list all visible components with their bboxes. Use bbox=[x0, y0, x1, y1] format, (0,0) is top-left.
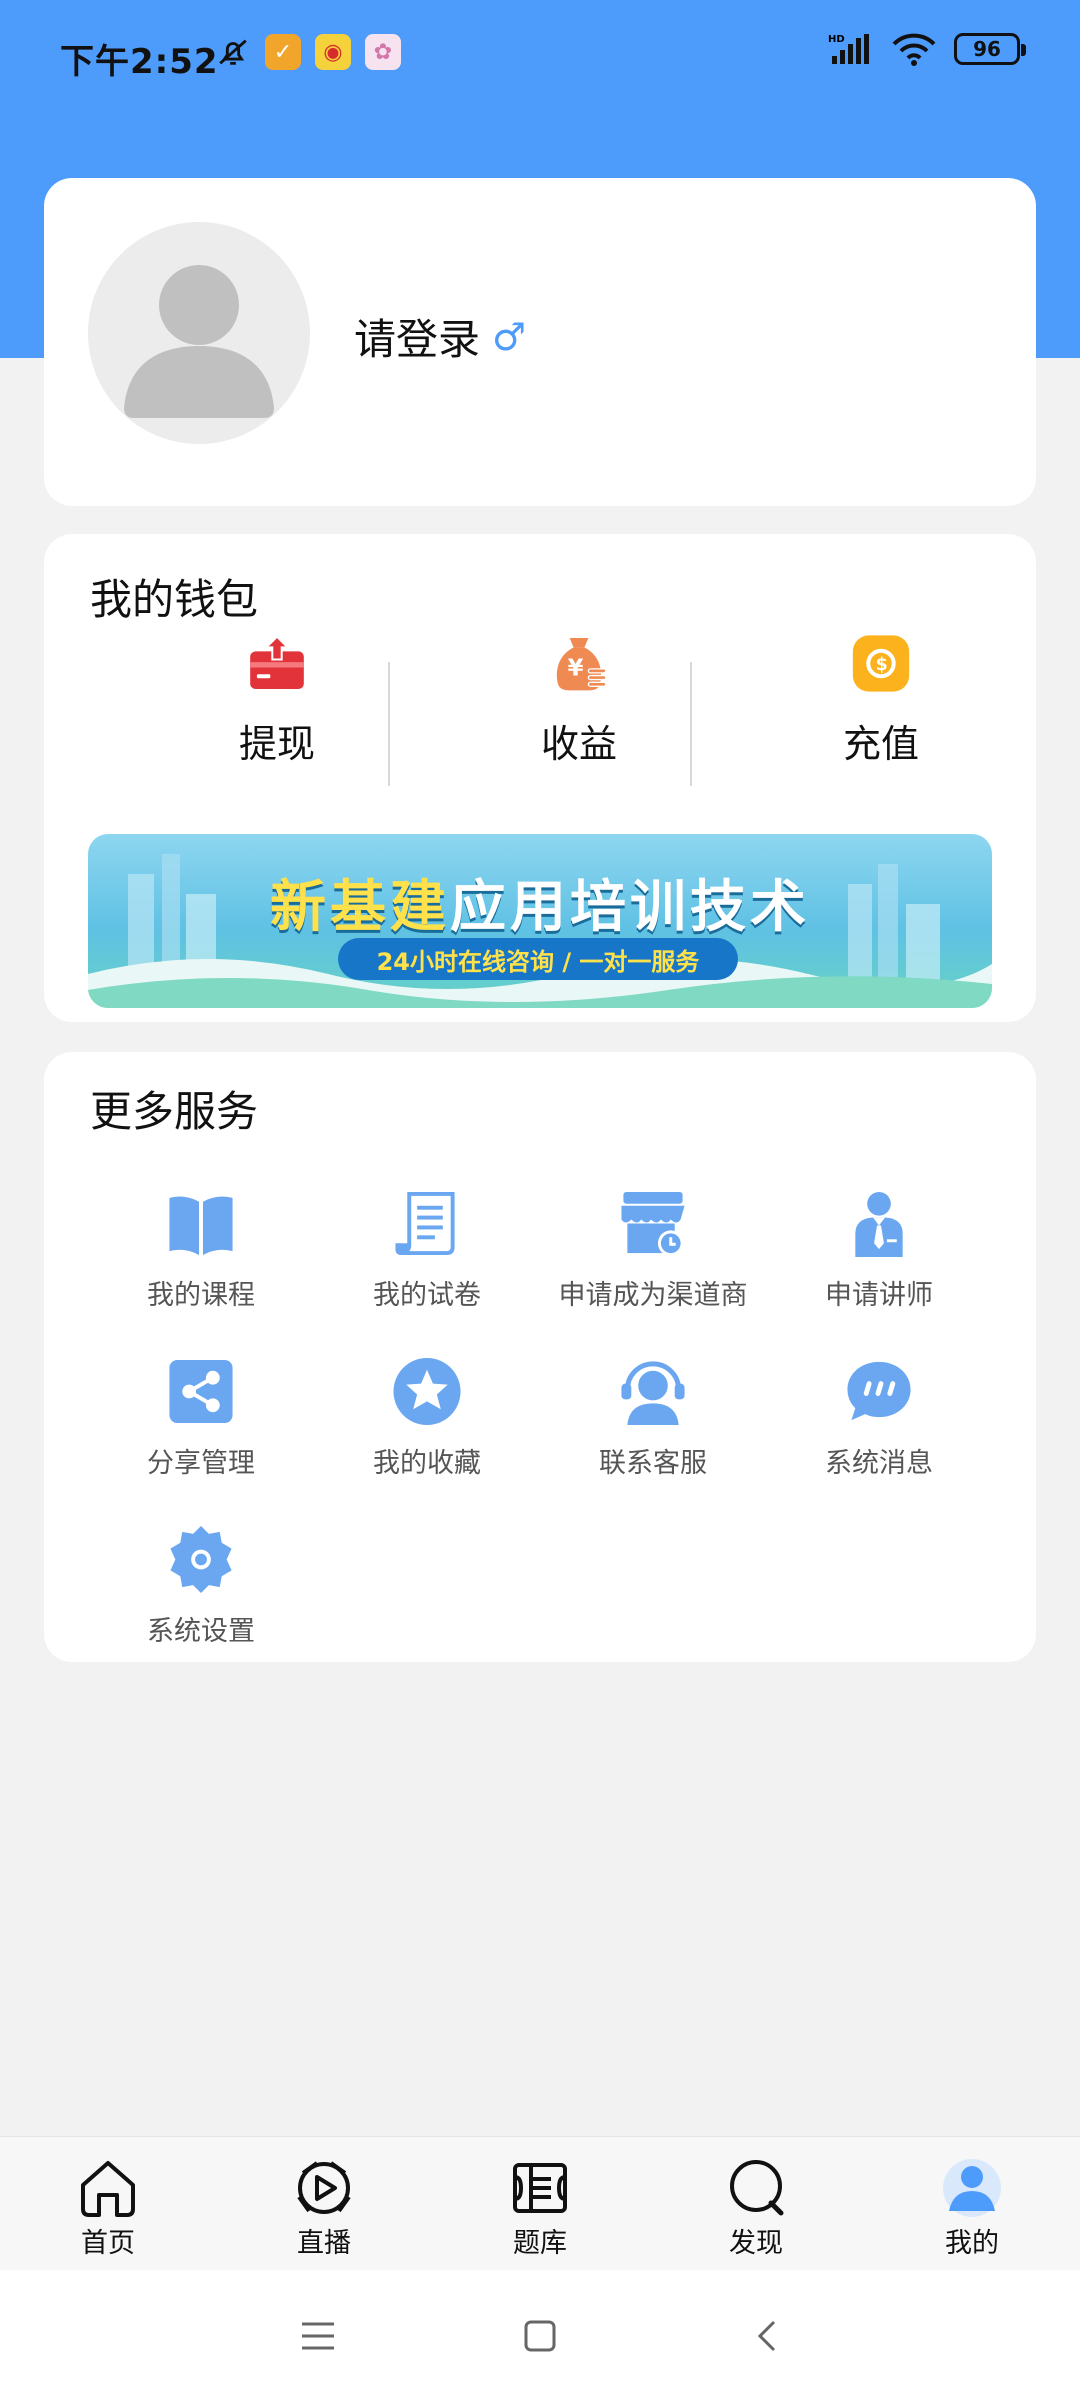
star-icon bbox=[393, 1357, 461, 1426]
battery-indicator: 96 bbox=[954, 33, 1026, 65]
anime-app-icon: ✿ bbox=[365, 34, 401, 70]
profile-icon bbox=[943, 2159, 1001, 2217]
customer-service-icon bbox=[621, 1361, 685, 1426]
service-my-favorites[interactable]: 我的收藏 bbox=[314, 1356, 540, 1480]
money-bag-icon: ¥ bbox=[556, 638, 607, 691]
tab-profile[interactable]: 我的 bbox=[864, 2137, 1080, 2270]
question-bank-icon bbox=[513, 2163, 567, 2213]
status-time: 下午2:52 bbox=[60, 42, 219, 82]
wallet-label-earnings: 收益 bbox=[540, 722, 617, 766]
service-contact-support[interactable]: 联系客服 bbox=[540, 1356, 766, 1480]
service-my-exams[interactable]: 我的试卷 bbox=[314, 1188, 540, 1312]
service-label: 分享管理 bbox=[147, 1448, 255, 1479]
weibo-icon: ◉ bbox=[315, 34, 351, 70]
service-grid: 我的课程 我的试卷 申请成为渠道商 申请讲师 分享管理 我的收藏 联系客服 系统… bbox=[88, 1188, 992, 1648]
shop-icon bbox=[621, 1191, 685, 1257]
service-label: 我的试卷 bbox=[373, 1280, 481, 1311]
settings-icon bbox=[170, 1525, 232, 1594]
status-right-icons: HD 96 bbox=[828, 32, 1026, 66]
tab-label: 题库 bbox=[513, 2228, 567, 2259]
promo-banner[interactable]: 新基建应用培训技术 24小时在线咨询 / 一对一服务 bbox=[88, 834, 992, 1008]
back-icon[interactable] bbox=[748, 2316, 788, 2356]
wallet-title: 我的钱包 bbox=[90, 575, 259, 624]
service-label: 系统设置 bbox=[147, 1616, 255, 1647]
bottom-tab-bar: 首页 直播 题库 发现 我的 bbox=[0, 2136, 1080, 2270]
service-system-settings[interactable]: 系统设置 bbox=[88, 1524, 314, 1648]
mute-bell-icon bbox=[215, 34, 251, 70]
avatar[interactable] bbox=[88, 222, 310, 444]
tab-label: 首页 bbox=[81, 2228, 135, 2259]
svg-text:HD: HD bbox=[828, 34, 845, 45]
signal-icon: HD bbox=[828, 34, 869, 64]
banner-title-rest: 应用培训技术 bbox=[450, 875, 810, 940]
tab-label: 直播 bbox=[297, 2228, 351, 2259]
service-label: 申请讲师 bbox=[825, 1280, 933, 1311]
banner-title: 新基建应用培训技术 bbox=[88, 862, 992, 943]
svg-text:¥: ¥ bbox=[568, 656, 584, 682]
app-notification-icon: ✓ bbox=[265, 34, 301, 70]
service-label: 我的课程 bbox=[147, 1280, 255, 1311]
exam-paper-icon bbox=[395, 1191, 455, 1256]
wallet-item-withdraw[interactable]: 提现 bbox=[126, 634, 428, 768]
services-title: 更多服务 bbox=[90, 1087, 259, 1136]
message-icon bbox=[847, 1361, 911, 1421]
login-prompt[interactable]: 请登录 ♂ bbox=[354, 306, 526, 367]
male-gender-icon: ♂ bbox=[492, 314, 527, 359]
services-card: 更多服务 我的课程 我的试卷 申请成为渠道商 申请讲师 分享管理 我的收藏 联系… bbox=[44, 1052, 1036, 1662]
tab-label: 发现 bbox=[729, 2228, 783, 2259]
wallet-label-recharge: 充值 bbox=[842, 722, 919, 766]
tab-question-bank[interactable]: 题库 bbox=[432, 2137, 648, 2270]
wallet-divider bbox=[690, 662, 692, 786]
banner-title-highlight: 新基建 bbox=[270, 875, 450, 940]
svg-text:$: $ bbox=[876, 655, 888, 675]
battery-level: 96 bbox=[973, 37, 1001, 61]
home-icon bbox=[81, 2161, 135, 2217]
withdraw-icon bbox=[250, 635, 304, 689]
banner-subtitle: 24小时在线咨询 / 一对一服务 bbox=[338, 938, 738, 980]
discover-icon bbox=[730, 2160, 784, 2216]
home-button-icon[interactable] bbox=[520, 2316, 560, 2356]
service-apply-channel-partner[interactable]: 申请成为渠道商 bbox=[540, 1188, 766, 1312]
wallet-label-withdraw: 提现 bbox=[238, 722, 315, 766]
default-avatar-icon bbox=[124, 265, 274, 418]
status-bar: 下午2:52 ✓ ◉ ✿ HD 96 bbox=[0, 0, 1080, 110]
service-share-management[interactable]: 分享管理 bbox=[88, 1356, 314, 1480]
book-icon bbox=[169, 1196, 233, 1256]
teacher-icon bbox=[855, 1191, 903, 1258]
tab-home[interactable]: 首页 bbox=[0, 2137, 216, 2270]
profile-card[interactable]: 请登录 ♂ bbox=[44, 178, 1036, 506]
wallet-card: 我的钱包 提现 ¥ 收益 $ 充值 新基建应用培训技术 24小时在线咨询 / 一… bbox=[44, 534, 1036, 1022]
coin-icon: $ bbox=[852, 635, 910, 692]
live-icon bbox=[297, 2161, 351, 2214]
service-system-messages[interactable]: 系统消息 bbox=[766, 1356, 992, 1480]
status-notification-icons: ✓ ◉ ✿ bbox=[215, 34, 401, 70]
service-label: 系统消息 bbox=[825, 1448, 933, 1479]
wallet-items: 提现 ¥ 收益 $ 充值 bbox=[44, 634, 1036, 768]
share-icon bbox=[169, 1359, 233, 1424]
wifi-icon bbox=[892, 33, 936, 66]
tab-live[interactable]: 直播 bbox=[216, 2137, 432, 2270]
tab-discover[interactable]: 发现 bbox=[648, 2137, 864, 2270]
service-apply-lecturer[interactable]: 申请讲师 bbox=[766, 1188, 992, 1312]
login-text: 请登录 bbox=[354, 315, 481, 364]
system-nav-bar bbox=[0, 2270, 1080, 2400]
tab-label: 我的 bbox=[945, 2228, 999, 2259]
wallet-item-recharge[interactable]: $ 充值 bbox=[730, 634, 1032, 768]
service-label: 我的收藏 bbox=[373, 1448, 481, 1479]
service-label: 申请成为渠道商 bbox=[558, 1280, 748, 1311]
service-my-courses[interactable]: 我的课程 bbox=[88, 1188, 314, 1312]
wallet-item-earnings[interactable]: ¥ 收益 bbox=[428, 634, 730, 768]
wallet-divider bbox=[388, 662, 390, 786]
service-label: 联系客服 bbox=[599, 1448, 707, 1479]
menu-icon[interactable] bbox=[298, 2316, 338, 2356]
